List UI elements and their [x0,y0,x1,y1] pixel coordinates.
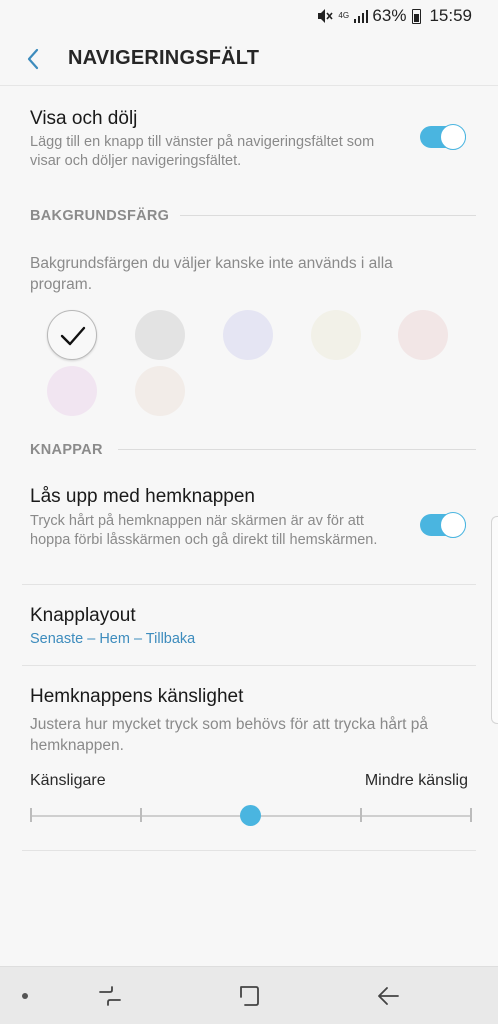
setting-description: Justera hur mycket tryck som behövs för … [30,716,428,754]
color-swatch[interactable] [311,310,361,360]
battery-icon [412,8,422,24]
clock: 15:59 [429,6,472,25]
checkmark-icon [60,326,86,346]
slider-max-label: Mindre känslig [364,772,468,789]
recents-icon[interactable] [97,983,123,1009]
slider-tick [30,808,32,822]
home-icon[interactable] [236,983,262,1009]
setting-title: Hemknappens känslighet [30,686,244,707]
color-swatch[interactable] [223,310,273,360]
show-hide-dot-icon[interactable] [22,993,28,999]
divider [22,665,476,666]
signal-icon [354,9,369,23]
edge-panel-handle[interactable] [491,516,498,724]
section-divider [118,449,476,450]
app-bar: NAVIGERINGSFÄLT [0,32,498,86]
background-description: Bakgrundsfärgen du väljer kanske inte an… [30,255,393,293]
divider [22,850,476,851]
slider-min-label: Känsligare [30,772,106,789]
slider-tick [470,808,472,822]
status-bar: 4G 63% 15:59 [0,0,498,32]
color-swatch[interactable] [47,366,97,416]
battery-percent: 63% [372,6,407,25]
mute-icon [316,7,334,25]
back-chevron-icon[interactable] [22,45,48,73]
section-header-buttons: KNAPPAR [30,442,103,458]
color-swatch[interactable] [398,310,448,360]
color-swatch[interactable] [135,366,185,416]
back-icon[interactable] [375,983,401,1009]
network-type: 4G [338,11,350,20]
divider [22,584,476,585]
button-layout-value: Senaste – Hem – Tillbaka [30,631,196,647]
unlock-home-toggle[interactable] [420,512,466,538]
section-header-background: BAKGRUNDSFÄRG [30,208,170,224]
color-swatch[interactable] [135,310,185,360]
sensitivity-slider-thumb[interactable] [240,805,261,826]
slider-tick [140,808,142,822]
setting-title: Visa och dölj [30,108,138,129]
status-icons: 4G 63% 15:59 [316,6,472,26]
setting-description: Tryck hårt på hemknappen när skärmen är … [30,513,378,548]
setting-title: Knapplayout [30,605,136,626]
show-hide-toggle[interactable] [420,124,466,150]
setting-title: Lås upp med hemknappen [30,486,255,507]
section-divider [180,215,476,216]
page-title: NAVIGERINGSFÄLT [68,47,260,69]
navigation-bar [0,966,498,1024]
setting-description: Lägg till en knapp till vänster på navig… [30,134,375,169]
slider-tick [360,808,362,822]
color-swatch[interactable] [47,310,97,360]
